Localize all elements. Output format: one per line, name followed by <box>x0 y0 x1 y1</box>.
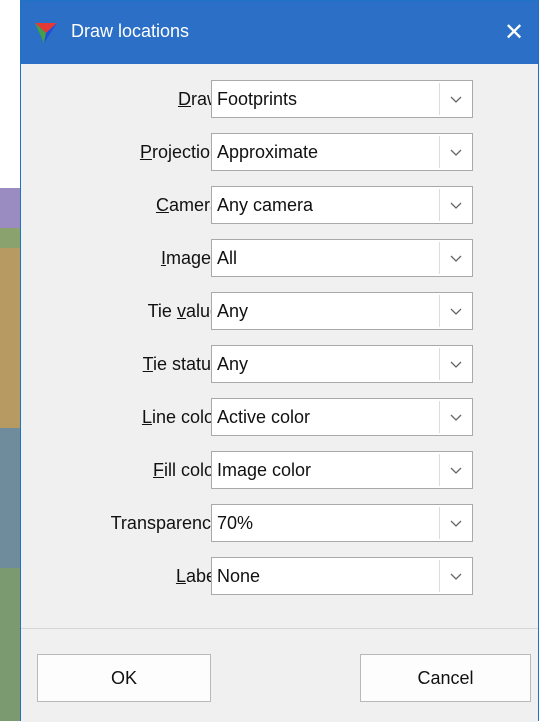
field-row-images: Images: All <box>21 235 538 281</box>
dropdown-separator <box>439 560 440 592</box>
label-text: Transparency: <box>110 513 225 533</box>
access-key: v <box>176 301 186 321</box>
label-text: Tie <box>147 301 177 321</box>
close-icon: ✕ <box>503 19 525 46</box>
field-row-camera: Camera: Any camera <box>21 182 538 228</box>
transparency-selected-value: 70% <box>217 513 254 533</box>
dropdown-separator <box>439 348 440 380</box>
chevron-down-icon[interactable] <box>449 518 463 528</box>
draw-selected-value: Footprints <box>217 89 298 109</box>
chevron-down-icon[interactable] <box>449 200 463 210</box>
tie-status-select[interactable]: Any <box>211 345 473 383</box>
chevron-down-icon[interactable] <box>449 412 463 422</box>
access-key: D <box>177 89 191 109</box>
field-row-fill-color: Fill color: Image color <box>21 447 538 493</box>
camera-selected-value: Any camera <box>217 195 314 215</box>
chevron-down-icon[interactable] <box>449 465 463 475</box>
chevron-down-icon[interactable] <box>449 359 463 369</box>
access-key: L <box>141 407 152 427</box>
fill-color-selected-value: Image color <box>217 460 312 480</box>
ok-button[interactable]: OK <box>37 654 211 702</box>
fill-color-select[interactable]: Image color <box>211 451 473 489</box>
access-key: F <box>152 460 164 480</box>
access-key: L <box>175 566 186 586</box>
dropdown-separator <box>439 454 440 486</box>
field-row-draw: Draw: Footprints <box>21 76 538 122</box>
projection-selected-value: Approximate <box>217 142 319 162</box>
dropdown-separator <box>439 83 440 115</box>
field-row-projection: Projection: Approximate <box>21 129 538 175</box>
field-row-tie-status: Tie status: Any <box>21 341 538 387</box>
close-button[interactable]: ✕ <box>490 1 538 64</box>
dialog-title: Draw locations <box>71 21 190 41</box>
transparency-label: Transparency: <box>111 500 225 546</box>
access-key: C <box>155 195 169 215</box>
dropdown-separator <box>439 242 440 274</box>
dropdown-separator <box>439 507 440 539</box>
dropdown-separator <box>439 189 440 221</box>
images-select[interactable]: All <box>211 239 473 277</box>
draw-select[interactable]: Footprints <box>211 80 473 118</box>
images-selected-value: All <box>217 248 238 268</box>
label-select[interactable]: None <box>211 557 473 595</box>
access-key: P <box>139 142 152 162</box>
label-selected-value: None <box>217 566 261 586</box>
line-color-selected-value: Active color <box>217 407 311 427</box>
dialog-footer: OK Cancel <box>21 629 538 722</box>
chevron-down-icon[interactable] <box>449 253 463 263</box>
field-row-label: Label: None <box>21 553 538 599</box>
title-bar[interactable]: Draw locations ✕ <box>21 1 538 64</box>
field-row-tie-value: Tie value: Any <box>21 288 538 334</box>
chevron-down-icon[interactable] <box>449 94 463 104</box>
tie-status-selected-value: Any <box>217 354 249 374</box>
dropdown-separator <box>439 401 440 433</box>
field-row-line-color: Line color: Active color <box>21 394 538 440</box>
chevron-down-icon[interactable] <box>449 306 463 316</box>
field-row-transparency: Transparency: 70% <box>21 500 538 546</box>
app-triangle-icon <box>35 23 57 43</box>
tie-value-selected-value: Any <box>217 301 249 321</box>
cancel-button[interactable]: Cancel <box>360 654 531 702</box>
dropdown-separator <box>439 295 440 327</box>
transparency-select[interactable]: 70% <box>211 504 473 542</box>
access-key: T <box>142 354 153 374</box>
camera-select[interactable]: Any camera <box>211 186 473 224</box>
draw-locations-dialog: Draw locations ✕ Draw: Footprints Projecti… <box>20 0 539 722</box>
tie-value-select[interactable]: Any <box>211 292 473 330</box>
chevron-down-icon[interactable] <box>449 571 463 581</box>
line-color-select[interactable]: Active color <box>211 398 473 436</box>
projection-select[interactable]: Approximate <box>211 133 473 171</box>
chevron-down-icon[interactable] <box>449 147 463 157</box>
dropdown-separator <box>439 136 440 168</box>
